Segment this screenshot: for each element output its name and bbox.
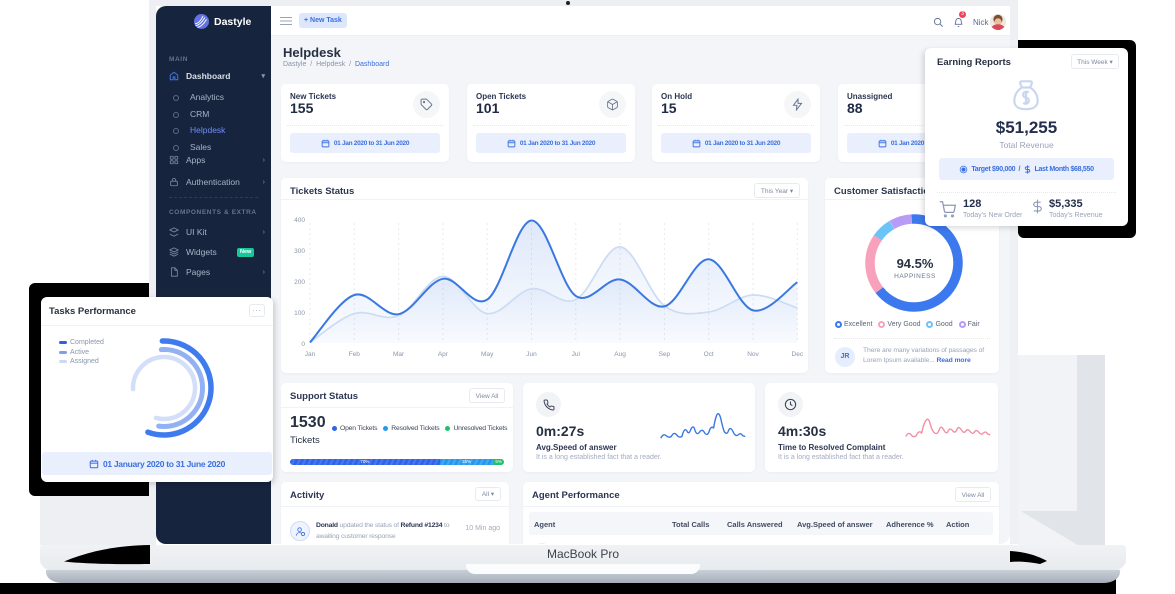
- svg-text:May: May: [481, 351, 494, 358]
- svg-text:400: 400: [294, 217, 305, 224]
- svg-text:Feb: Feb: [349, 351, 361, 358]
- svg-text:Nov: Nov: [747, 351, 759, 358]
- svg-text:Dec: Dec: [792, 351, 804, 358]
- svg-text:0: 0: [301, 341, 305, 348]
- svg-text:200: 200: [294, 279, 305, 286]
- svg-text:Jul: Jul: [572, 351, 581, 358]
- svg-text:Aug: Aug: [614, 351, 626, 358]
- svg-text:Apr: Apr: [438, 351, 449, 358]
- svg-text:Sep: Sep: [659, 351, 671, 358]
- svg-text:Jan: Jan: [305, 351, 316, 358]
- svg-text:Jun: Jun: [526, 351, 537, 358]
- svg-text:Oct: Oct: [704, 351, 714, 358]
- svg-text:100: 100: [294, 310, 305, 317]
- svg-text:300: 300: [294, 248, 305, 255]
- svg-text:Mar: Mar: [393, 351, 405, 358]
